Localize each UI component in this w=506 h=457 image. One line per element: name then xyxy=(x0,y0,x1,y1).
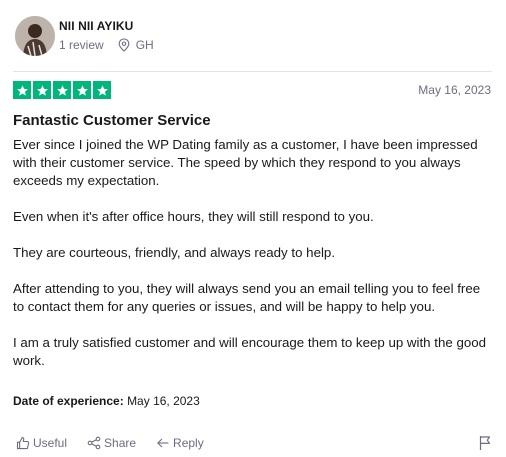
review-card: NII NII AYIKU 1 review GH May 16, 2023 F… xyxy=(0,0,506,457)
reviewer-meta: 1 review GH xyxy=(59,37,154,53)
experience-label: Date of experience: xyxy=(13,394,124,408)
report-flag-button[interactable] xyxy=(478,435,492,456)
star-icon xyxy=(53,81,71,99)
useful-label: Useful xyxy=(33,436,68,450)
header-divider xyxy=(13,71,492,72)
reply-icon xyxy=(157,438,169,448)
share-button[interactable]: Share xyxy=(87,436,136,450)
star-icon xyxy=(93,81,111,99)
reply-label: Reply xyxy=(173,436,204,450)
location-pin-icon xyxy=(118,38,130,52)
share-label: Share xyxy=(104,436,137,450)
review-paragraph: I am a truly satisfied customer and will… xyxy=(13,335,487,368)
avatar-image xyxy=(15,16,55,56)
star-icon xyxy=(13,81,31,99)
star-icon xyxy=(33,81,51,99)
star-icon xyxy=(73,81,91,99)
review-date: May 16, 2023 xyxy=(418,83,491,97)
avatar[interactable] xyxy=(15,16,55,56)
star-rating xyxy=(13,81,111,99)
reviewer-country: GH xyxy=(135,38,154,52)
review-paragraph: Even when it's after office hours, they … xyxy=(13,209,374,224)
reviewer-name[interactable]: NII NII AYIKU xyxy=(59,19,133,33)
date-of-experience: Date of experience: May 16, 2023 xyxy=(13,394,200,408)
flag-icon xyxy=(479,436,491,450)
review-count: 1 review xyxy=(59,38,104,52)
review-actions: Useful Share Reply xyxy=(16,436,224,450)
review-title[interactable]: Fantastic Customer Service xyxy=(13,112,211,129)
experience-date: May 16, 2023 xyxy=(127,394,200,408)
useful-button[interactable]: Useful xyxy=(16,436,67,450)
review-paragraph: They are courteous, friendly, and always… xyxy=(13,245,336,260)
review-paragraph: Ever since I joined the WP Dating family… xyxy=(13,137,478,188)
share-icon xyxy=(87,436,101,450)
review-body: Ever since I joined the WP Dating family… xyxy=(13,136,493,388)
review-paragraph: After attending to you, they will always… xyxy=(13,281,481,314)
thumbs-up-icon xyxy=(16,437,30,450)
reply-button[interactable]: Reply xyxy=(156,436,204,450)
